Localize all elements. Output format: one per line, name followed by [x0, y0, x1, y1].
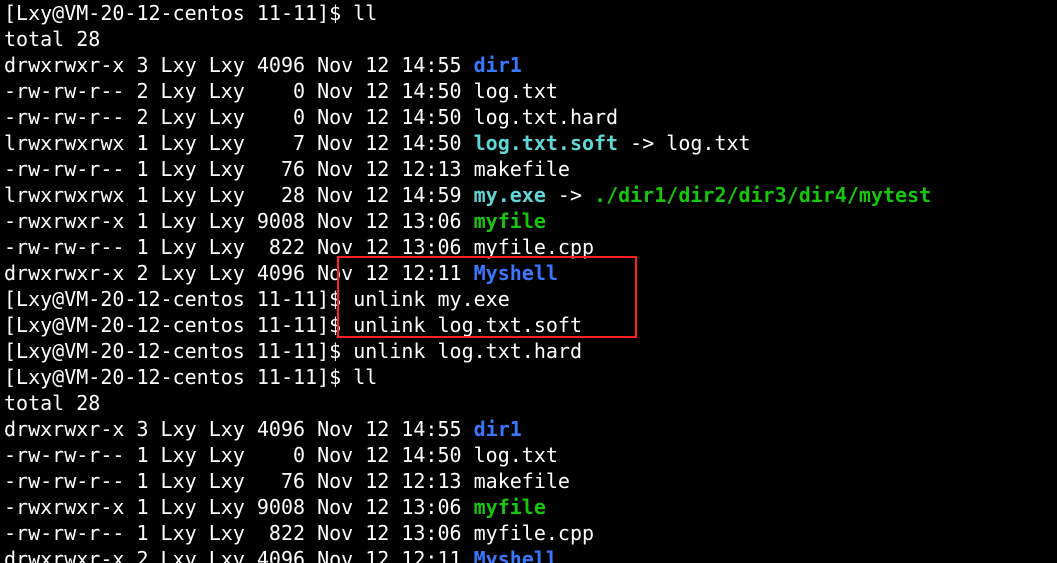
partial-header-line: [Lxy@VM-20-12-centos 11-11]$ ll	[4, 1, 377, 25]
total-line: total 28	[4, 391, 100, 415]
ls-row: -rw-rw-r-- 1 Lxy Lxy 0 Nov 12 14:50 log.…	[4, 443, 558, 467]
file-name: makefile	[474, 469, 570, 493]
shell-command: unlink my.exe	[353, 287, 510, 311]
file-name: myfile.cpp	[474, 235, 594, 259]
file-name: Myshell	[474, 547, 558, 563]
shell-command: unlink log.txt.soft	[353, 313, 582, 337]
ls-row: -rw-rw-r-- 1 Lxy Lxy 76 Nov 12 12:13 mak…	[4, 157, 570, 181]
ls-row: drwxrwxr-x 2 Lxy Lxy 4096 Nov 12 12:11 M…	[4, 547, 558, 563]
file-name: makefile	[474, 157, 570, 181]
shell-command: unlink log.txt.hard	[353, 339, 582, 363]
terminal[interactable]: [Lxy@VM-20-12-centos 11-11]$ ll total 28…	[0, 0, 1057, 563]
shell-prompt: [Lxy@VM-20-12-centos 11-11]$	[4, 287, 353, 311]
ls-row: drwxrwxr-x 3 Lxy Lxy 4096 Nov 12 14:55 d…	[4, 417, 522, 441]
ls-row: -rw-rw-r-- 1 Lxy Lxy 822 Nov 12 13:06 my…	[4, 235, 594, 259]
ls-row: -rw-rw-r-- 2 Lxy Lxy 0 Nov 12 14:50 log.…	[4, 105, 618, 129]
ls-row: -rw-rw-r-- 1 Lxy Lxy 76 Nov 12 12:13 mak…	[4, 469, 570, 493]
file-name: my.exe	[474, 183, 546, 207]
shell-prompt: [Lxy@VM-20-12-centos 11-11]$	[4, 339, 353, 363]
ls-row: drwxrwxr-x 2 Lxy Lxy 4096 Nov 12 12:11 M…	[4, 261, 558, 285]
ls-row: -rwxrwxr-x 1 Lxy Lxy 9008 Nov 12 13:06 m…	[4, 495, 546, 519]
total-line: total 28	[4, 27, 100, 51]
ls-row: -rw-rw-r-- 2 Lxy Lxy 0 Nov 12 14:50 log.…	[4, 79, 558, 103]
file-name: myfile.cpp	[474, 521, 594, 545]
file-name: myfile	[474, 495, 546, 519]
file-name: dir1	[474, 417, 522, 441]
file-name: log.txt.hard	[474, 105, 619, 129]
shell-command: ll	[353, 365, 377, 389]
ls-row: -rw-rw-r-- 1 Lxy Lxy 822 Nov 12 13:06 my…	[4, 521, 594, 545]
shell-prompt: [Lxy@VM-20-12-centos 11-11]$	[4, 313, 353, 337]
shell-prompt: [Lxy@VM-20-12-centos 11-11]$	[4, 365, 353, 389]
file-name: dir1	[474, 53, 522, 77]
symlink-arrow: ->	[546, 183, 594, 207]
ls-row: lrwxrwxrwx 1 Lxy Lxy 7 Nov 12 14:50 log.…	[4, 131, 751, 155]
file-name: myfile	[474, 209, 546, 233]
file-name: log.txt	[474, 79, 558, 103]
symlink-target: ./dir1/dir2/dir3/dir4/mytest	[594, 183, 931, 207]
ls-row: drwxrwxr-x 3 Lxy Lxy 4096 Nov 12 14:55 d…	[4, 53, 522, 77]
symlink-arrow: -> log.txt	[618, 131, 750, 155]
file-name: log.txt.soft	[474, 131, 619, 155]
file-name: Myshell	[474, 261, 558, 285]
ls-row: -rwxrwxr-x 1 Lxy Lxy 9008 Nov 12 13:06 m…	[4, 209, 546, 233]
ls-row: lrwxrwxrwx 1 Lxy Lxy 28 Nov 12 14:59 my.…	[4, 183, 931, 207]
file-name: log.txt	[474, 443, 558, 467]
